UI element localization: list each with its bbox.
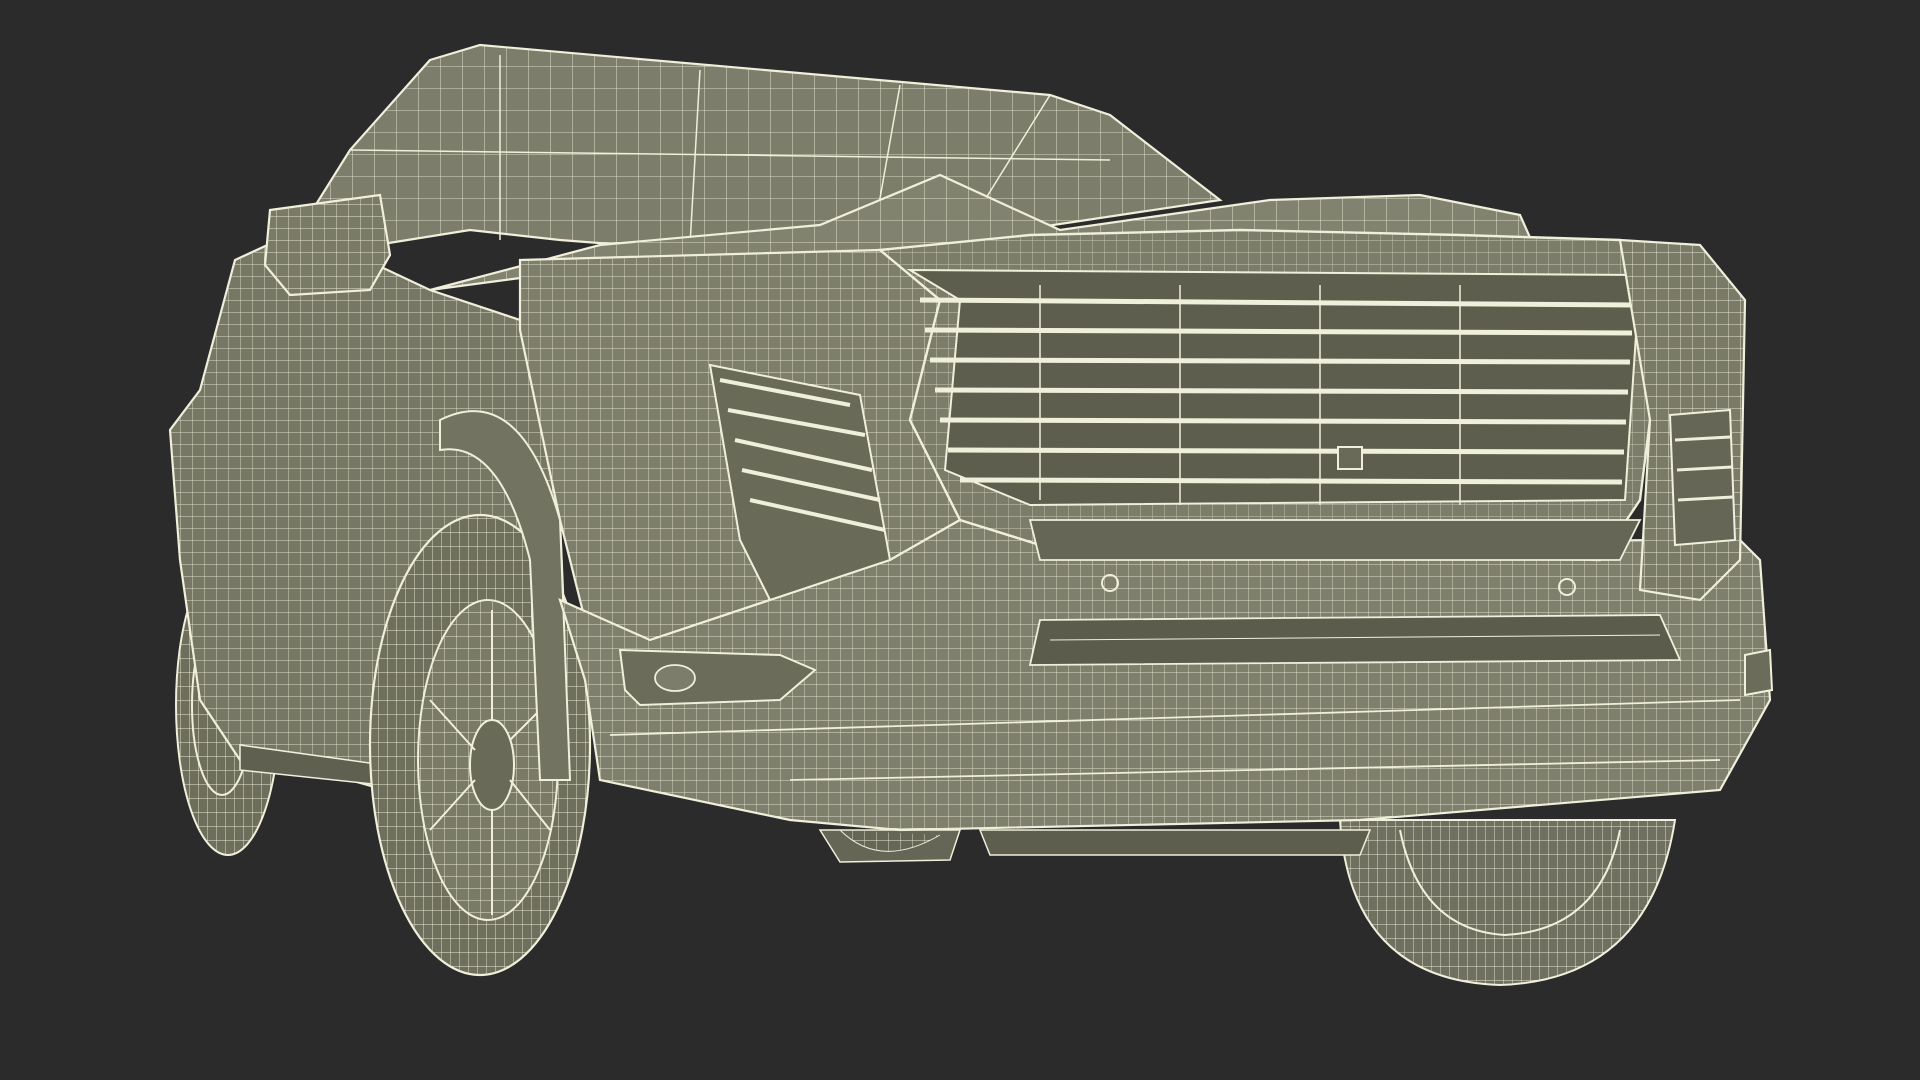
right-front-wheel: [1338, 819, 1677, 987]
undercarriage: [818, 829, 1372, 863]
right-fog-light: [1744, 648, 1774, 697]
side-mirror: [263, 193, 392, 297]
suv-wireframe-render: [168, 43, 1774, 987]
render-viewport[interactable]: [0, 0, 1920, 1080]
